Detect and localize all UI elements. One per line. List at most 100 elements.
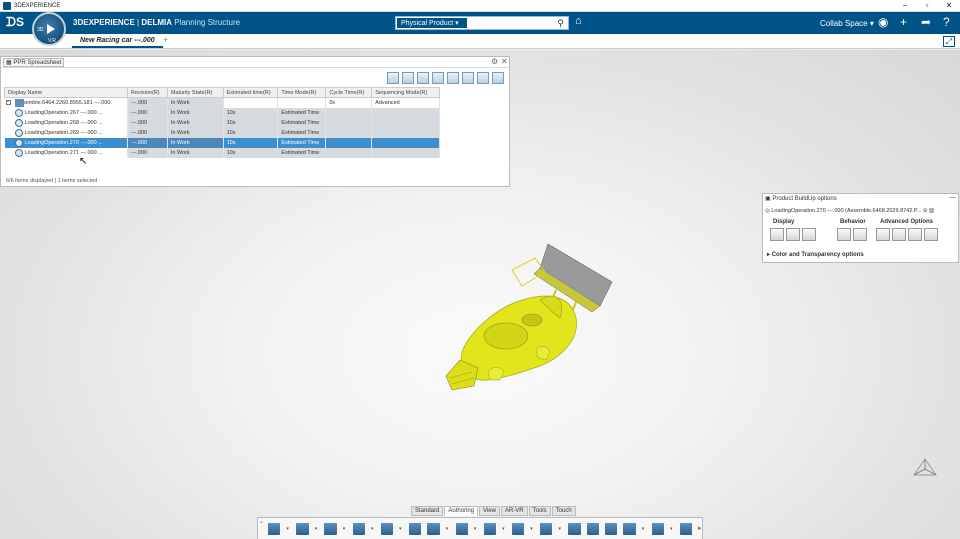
link-icon[interactable]: ⊘ [923,208,928,214]
column-header[interactable]: Maturity State(R) [166,87,224,98]
row-cycle [325,117,373,128]
row-revision: ---.000 [127,107,168,118]
chevron-down-icon[interactable]: ▾ [446,526,450,532]
assign-icon[interactable] [408,522,422,535]
row-name-cell: LoadingOperation.271 ---.000 ... [4,147,128,158]
report-icon[interactable] [586,522,599,535]
chevron-down-icon[interactable]: ▾ [315,526,319,532]
close-panel-icon[interactable]: ✕ [501,57,508,66]
compare-icon[interactable] [568,522,581,535]
mouse-cursor-icon: ↖ [79,156,88,167]
product-icon[interactable] [268,522,281,535]
lock-icon[interactable]: ▨ [929,208,934,214]
chevron-down-icon[interactable]: ▾ [399,526,403,532]
row-mode [277,97,327,108]
compass-widget[interactable]: 3D V.R [32,12,66,46]
row-name-cell: LoadingOperation.269 ---.000 ... [4,127,128,138]
swap-icon[interactable] [455,522,468,535]
column-header[interactable]: Display Name [4,87,128,98]
collapse-actionbar-icon[interactable]: ⌄ [259,518,264,525]
color-icon[interactable] [786,228,800,241]
export-icon[interactable] [417,72,429,84]
operation-icon [14,118,23,127]
chevron-down-icon[interactable]: ▾ [558,526,562,532]
measure-icon[interactable] [679,522,693,535]
box-icon[interactable] [605,522,618,535]
table-row[interactable]: LoadingOperation.268 ---.000 ... ---.000… [4,117,440,128]
insert-icon[interactable] [432,72,444,84]
settings-tool-icon[interactable] [623,522,636,535]
exclude-icon[interactable] [892,228,906,241]
panel-icon: ▣ [765,196,771,202]
flow-icon[interactable] [380,522,394,535]
column-header[interactable]: Sequencing Mode(R) [371,87,440,98]
row-cycle [325,107,373,118]
chevron-down-icon[interactable]: ▾ [343,526,347,532]
chevron-down-icon[interactable]: ▾ [502,526,506,532]
row-cycle [325,147,373,158]
ppr-status-text: 6/6 items displayed | 1 items selected [6,178,98,184]
resource-icon[interactable] [324,522,337,535]
operation-icon [14,108,23,117]
hide-icon[interactable] [876,228,890,241]
action-bar-tabs: Standard Authoring View AR-VR Tools Touc… [411,506,577,516]
axis-triad-icon[interactable] [910,455,940,480]
operation-icon: ◎ [765,208,770,214]
magnify-icon[interactable] [924,228,938,241]
document-icon[interactable] [477,72,489,84]
refresh-icon[interactable] [447,72,459,84]
layout-icon[interactable] [492,72,504,84]
tab-touch[interactable]: Touch [551,506,576,516]
stack-icon[interactable] [837,228,851,241]
chevron-down-icon[interactable]: ▾ [670,526,674,532]
chevron-down-icon[interactable]: ▾ [642,526,646,532]
column-header[interactable]: Revision(R) [126,87,168,98]
copy-icon[interactable] [908,228,922,241]
row-revision: ---.000 [127,97,168,108]
minimize-panel-icon[interactable]: — [949,194,956,201]
tab-authoring[interactable]: Authoring [444,506,479,516]
row-revision: ---.000 [127,127,168,138]
tab-tools[interactable]: Tools [528,506,551,516]
time-icon[interactable] [483,522,497,535]
operation-tool-icon[interactable] [352,522,365,535]
table-row-selected[interactable]: LoadingOperation.270 ---.000 ... ---.000… [4,137,440,148]
column-header[interactable]: Cycle Time(R) [325,87,373,98]
row-revision: ---.000 [127,147,168,158]
table-tool-icon[interactable] [511,522,525,535]
filter-icon[interactable] [387,72,399,84]
chevron-down-icon[interactable]: ▾ [474,526,478,532]
chevron-down-icon[interactable]: ▾ [371,526,375,532]
columns-icon[interactable] [402,72,414,84]
row-revision: ---.000 [127,137,168,148]
pbu-operation: ◎ LoadingOperation.270 ---.000 (Assemble… [765,208,934,214]
settings-icon[interactable]: ⚙ [491,57,498,66]
move-icon[interactable] [853,228,867,241]
column-header[interactable]: Estimated time(R) [222,87,279,98]
row-maturity: In Work [167,127,224,138]
tab-view[interactable]: View [479,506,500,516]
collapse-icon[interactable]: − [5,100,11,105]
column-header[interactable]: Time Mode(R) [277,87,327,98]
table-row[interactable]: LoadingOperation.267 ---.000 ... ---.000… [4,107,440,118]
ppr-panel-title[interactable]: ▦ PPR Spreadsheet [3,58,65,67]
row-seq [371,107,440,118]
color-transparency-section[interactable]: ▸ Color and Transparency options [767,251,864,258]
table-row[interactable]: LoadingOperation.269 ---.000 ... ---.000… [4,127,440,138]
link-tool-icon[interactable] [427,522,440,535]
row-seq: Advanced [371,97,440,108]
row-cycle [325,137,373,148]
sync-icon[interactable] [462,72,474,84]
more-tools-icon[interactable]: ▸ [698,524,702,532]
table-row[interactable]: − Assemble.6464.2260.8955.181 ---.000 ---… [4,97,440,108]
cube-icon[interactable] [770,228,784,241]
sphere-icon[interactable] [802,228,816,241]
chevron-down-icon[interactable]: ▾ [286,526,290,532]
gantt-icon[interactable] [540,522,553,535]
list-icon[interactable] [651,522,664,535]
table-row[interactable]: LoadingOperation.271 ---.000 ... ---.000… [4,147,440,158]
tab-standard[interactable]: Standard [411,506,444,516]
system-icon[interactable] [296,522,309,535]
chevron-down-icon[interactable]: ▾ [530,526,534,532]
tab-ar-vr[interactable]: AR-VR [500,506,528,516]
